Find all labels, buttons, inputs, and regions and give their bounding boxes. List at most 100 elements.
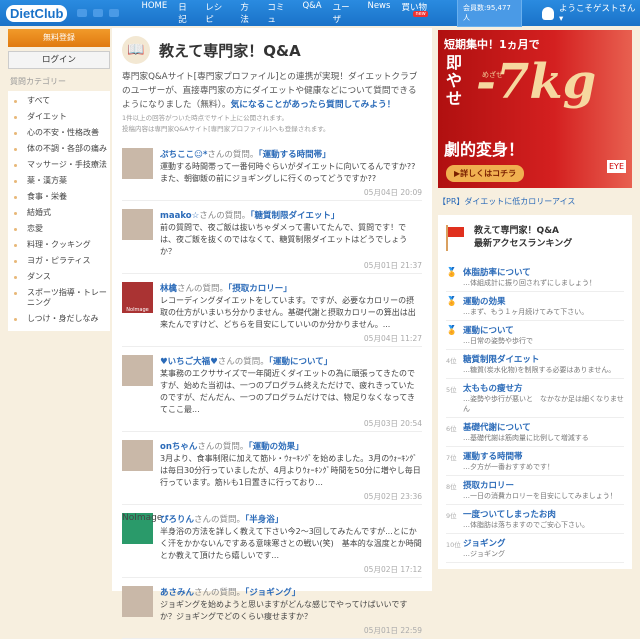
user-avatar[interactable]: NoImage	[122, 282, 153, 313]
question-title-link[interactable]: 「ジョギング」	[245, 588, 300, 598]
category-item[interactable]: ヨガ・ピラティス	[8, 253, 110, 269]
mail-icon[interactable]	[77, 9, 88, 17]
ranking-snippet: …姿勢や歩行が悪いと なかなか足は細くなりません	[463, 395, 624, 413]
nav-news[interactable]: News	[367, 1, 390, 25]
ranking-link[interactable]: 摂取カロリー	[463, 479, 617, 491]
question-user-link[interactable]: onちゃん	[160, 442, 197, 452]
ranking-item: 10位 ジョギング …ジョギング	[446, 534, 624, 563]
ranking-snippet: …体組成計に振り回されずにしましょう！	[463, 279, 596, 287]
ad-headline: 短期集中！1ヵ月で	[444, 38, 540, 51]
pr-link[interactable]: 【PR】ダイエットに低カロリーアイス	[438, 196, 632, 207]
category-item[interactable]: ダンス	[8, 269, 110, 285]
question-suffix: さんの質問。	[194, 588, 246, 598]
ranking-link[interactable]: 一度ついてしまったお肉	[463, 508, 589, 520]
category-item[interactable]: 食事・栄養	[8, 189, 110, 205]
nav-user[interactable]: ユーザ	[333, 1, 357, 25]
ranking-link[interactable]: 運動の効果	[463, 295, 588, 307]
question-title-link[interactable]: 「運動の効果」	[248, 442, 303, 452]
question-suffix: さんの質問。	[217, 357, 269, 367]
question-user-link[interactable]: あさみん	[160, 588, 194, 598]
nav-shopping[interactable]: 買い物new	[401, 1, 439, 25]
main-nav: HOME 日記 レシピ 方法 コミュ Q&A ユーザ News 買い物new	[141, 1, 439, 25]
ranking-box: 教えて専門家！Q&A 最新アクセスランキング 🏅 体脂肪率について …体組成計に振り回…	[438, 215, 632, 569]
ranking-link[interactable]: 体脂肪率について	[463, 266, 596, 278]
ranking-snippet: …まず、もう１ヶ月続けてみて下さい。	[463, 308, 589, 316]
nav-method[interactable]: 方法	[240, 1, 256, 25]
question-date: 05月01日 22:59	[363, 626, 422, 635]
ask-question-link[interactable]: 気になることがあったら質問してみよう！	[231, 100, 396, 110]
ranking-item: 9位 一度ついてしまったお肉 …体脂肪は落ちますのでご安心下さい。	[446, 505, 624, 534]
main-content: 📖 教えて専門家！Q&A 専門家Q&Aサイト[専門家プロファイル]との連携が実現！…	[112, 28, 432, 639]
question-user-link[interactable]: ♥いちご大福♥	[160, 357, 218, 367]
ranking-link[interactable]: 糖質制限ダイエット	[463, 353, 615, 365]
category-item[interactable]: 薬・漢方薬	[8, 173, 110, 189]
site-logo[interactable]: DietClub	[6, 4, 68, 22]
ranking-link[interactable]: 運動について	[463, 324, 533, 336]
ranking-snippet: …体脂肪は落ちますのでご安心下さい。	[463, 521, 589, 529]
nav-home[interactable]: HOME	[141, 1, 167, 25]
register-button[interactable]: 無料登録	[8, 29, 110, 47]
question-date: 05月03日 20:54	[363, 419, 422, 428]
login-button[interactable]: ログイン	[8, 51, 110, 69]
rank-number: 10位	[446, 541, 461, 549]
ad-line3: 劇的変身！	[444, 140, 525, 159]
page-title: 教えて専門家！Q&A	[159, 41, 301, 60]
question-user-link[interactable]: maako☆	[160, 211, 199, 221]
question-text: 運動する時間帯って一番何時ぐらいがダイエットに向いてるんですか??また、朝御飯の…	[160, 162, 416, 183]
ranking-link[interactable]: 太ももの痩せ方	[463, 382, 624, 394]
rank-number: 6位	[446, 425, 457, 433]
ranking-title: 教えて専門家！Q&A	[474, 226, 560, 236]
ranking-item: 4位 糖質制限ダイエット …糖質(炭水化物)を制限する必要はありません。	[446, 350, 624, 379]
question-date: 05月02日 17:12	[363, 565, 422, 574]
category-item[interactable]: 心の不安・性格改善	[8, 125, 110, 141]
flag-icon	[446, 225, 464, 251]
nav-diary[interactable]: 日記	[178, 1, 194, 25]
question-user-link[interactable]: 林檎	[160, 284, 177, 294]
ad-banner[interactable]: 短期集中！1ヵ月で 即やせ -7kg めざせ 劇的変身！ ▶詳しくはコチラ EY…	[438, 30, 632, 188]
user-avatar[interactable]	[122, 355, 153, 386]
ranking-snippet: …基礎代謝は筋肉量に比例して増減する	[463, 434, 589, 442]
ad-line2: 即やせ	[446, 53, 463, 108]
nav-qa[interactable]: Q&A	[302, 1, 321, 25]
category-item[interactable]: しつけ・身だしなみ	[8, 311, 110, 327]
notification-icon[interactable]	[109, 9, 120, 17]
user-avatar[interactable]	[122, 148, 153, 179]
intro-text: 専門家Q&Aサイト[専門家プロファイル]との連携が実現！ダイエットクラブのユーザ…	[122, 70, 422, 112]
question-text: 半身浴の方法を詳しく教えて下さい今2〜3回してみたんですが...とにかく汗をかか…	[160, 527, 422, 560]
nav-community[interactable]: コミュ	[267, 1, 291, 25]
note-2: 投稿内容は専門家Q&Aサイト[専門家プロファイル]へも登録されます。	[122, 125, 330, 133]
question-date: 05月04日 11:27	[363, 334, 422, 343]
question-user-link[interactable]: ぷちここ☺*	[160, 150, 207, 160]
ranking-link[interactable]: 基礎代謝について	[463, 421, 589, 433]
category-item[interactable]: 結婚式	[8, 205, 110, 221]
question-title-link[interactable]: 「半身浴」	[245, 515, 283, 525]
question-title-link[interactable]: 「運動する時間帯」	[258, 150, 330, 160]
category-item[interactable]: ダイエット	[8, 109, 110, 125]
user-avatar[interactable]	[122, 440, 153, 471]
question-title-link[interactable]: 「摂取カロリー」	[228, 284, 292, 294]
top-header: DietClub HOME 日記 レシピ 方法 コミュ Q&A ユーザ News…	[0, 0, 640, 27]
category-item[interactable]: マッサージ・手技療法	[8, 157, 110, 173]
category-item[interactable]: 料理・クッキング	[8, 237, 110, 253]
category-item[interactable]: 体の不調・各部の痛み	[8, 141, 110, 157]
user-avatar[interactable]	[122, 209, 153, 240]
guest-menu[interactable]: ようこそゲストさん ▾	[542, 2, 640, 24]
ranking-link[interactable]: 運動する時間帯	[463, 450, 554, 462]
question-text: 3月より、食事制限に加えて筋ﾄﾚ・ｳｫｰｷﾝｸﾞを始めました。3月のｳｫｰｷﾝｸ…	[160, 454, 421, 487]
noimage-label: NoImage	[122, 513, 163, 523]
question-title-link[interactable]: 「糖質制限ダイエット」	[250, 211, 339, 221]
category-item[interactable]: 恋愛	[8, 221, 110, 237]
rank-number: 9位	[446, 512, 457, 520]
question-user-link[interactable]: ぴろりん	[160, 515, 194, 525]
rank-medal-icon: 🏅	[446, 297, 458, 307]
ad-cta-button[interactable]: ▶詳しくはコチラ	[446, 165, 525, 182]
question-title-link[interactable]: 「運動について」	[269, 357, 333, 367]
ad-big-text: -7kg	[476, 54, 597, 110]
guest-label: ようこそゲストさん ▾	[558, 4, 636, 24]
user-avatar[interactable]: NoImage	[122, 513, 162, 544]
category-item[interactable]: すべて	[8, 93, 110, 109]
category-item[interactable]: スポーツ指導・トレーニング	[8, 285, 110, 311]
ranking-link[interactable]: ジョギング	[463, 537, 506, 549]
chat-icon[interactable]	[93, 9, 104, 17]
nav-recipe[interactable]: レシピ	[205, 1, 229, 25]
